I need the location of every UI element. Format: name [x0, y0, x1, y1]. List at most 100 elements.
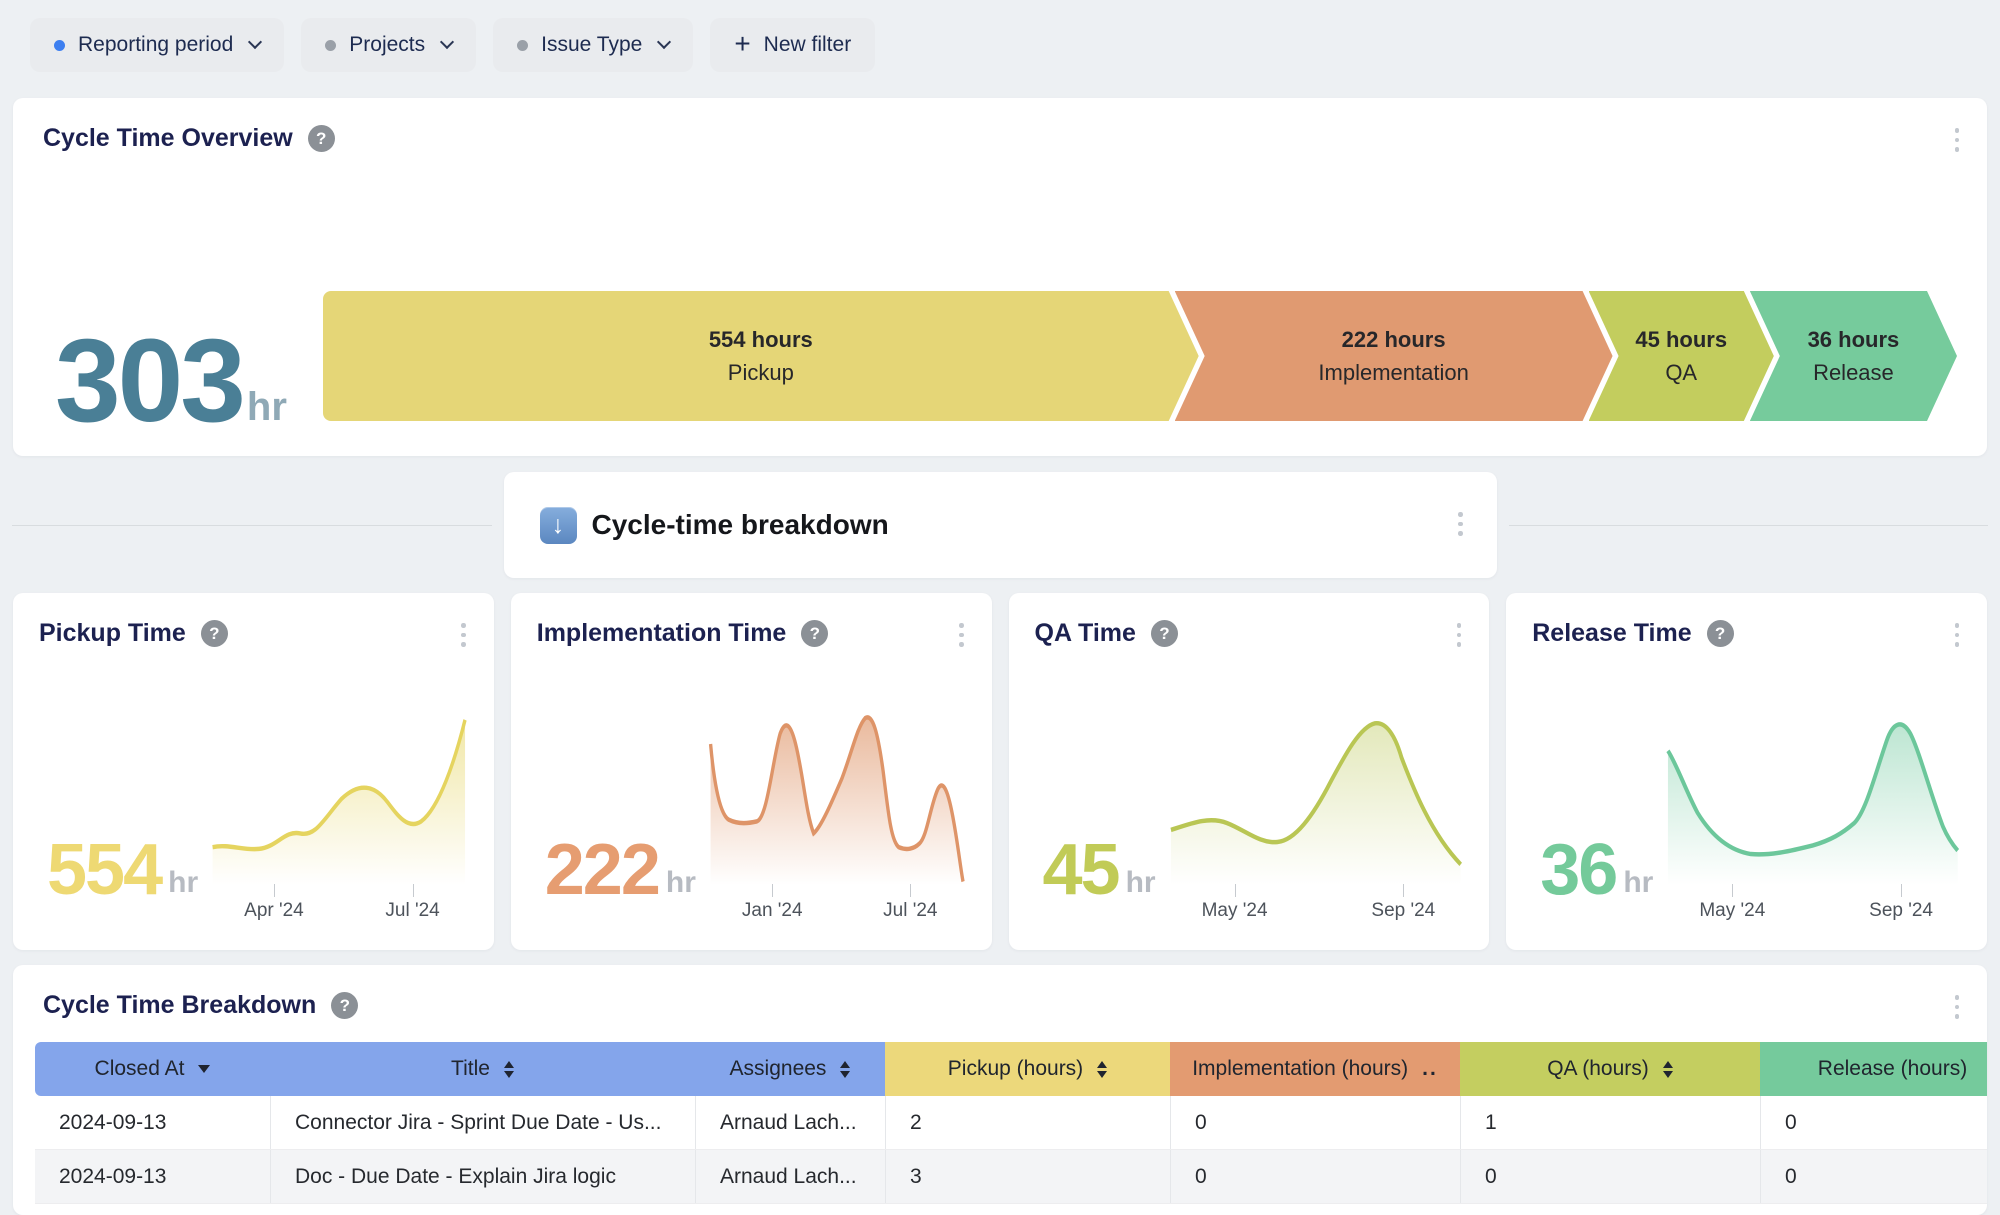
cell-closed-at: 2024-09-13 [35, 1096, 270, 1149]
column-header-implementation-hours[interactable]: Implementation (hours) .. [1170, 1042, 1460, 1096]
column-header-assignees[interactable]: Assignees [695, 1042, 885, 1096]
filter-reporting-period[interactable]: Reporting period [30, 18, 284, 72]
filter-issue-type[interactable]: Issue Type [493, 18, 693, 72]
filter-projects-label: Projects [349, 33, 425, 57]
metric-number: 222 [545, 843, 659, 898]
x-axis-labels: May '24 Sep '24 [1665, 885, 1961, 922]
cell-qa-hours: 0 [1460, 1150, 1760, 1203]
plus-icon [734, 30, 750, 58]
funnel-stage-release: 36 hours Release [1750, 291, 1957, 421]
implementation-time-title: Implementation Time [537, 619, 787, 648]
stage-hours: 222 hours [1342, 327, 1446, 353]
chevron-down-icon [248, 34, 262, 48]
x-tick-label: May '24 [1699, 887, 1765, 922]
help-icon[interactable] [331, 992, 358, 1019]
metric-unit: hr [1126, 868, 1156, 898]
help-icon[interactable] [801, 620, 828, 647]
metric-number: 45 [1043, 843, 1119, 898]
x-axis-labels: May '24 Sep '24 [1168, 885, 1464, 922]
metric-number: 554 [47, 843, 161, 898]
metric-unit: hr [666, 868, 696, 898]
release-time-title: Release Time [1532, 619, 1691, 648]
x-tick-label: May '24 [1202, 887, 1268, 922]
cell-implementation-hours: 0 [1170, 1150, 1460, 1203]
stage-name: Implementation [1318, 360, 1468, 386]
cell-assignees: Arnaud Lach... [695, 1150, 885, 1203]
filter-reporting-period-label: Reporting period [78, 33, 233, 57]
metric-number: 36 [1540, 843, 1616, 898]
column-label: Release (hours) [1818, 1057, 1967, 1081]
kebab-menu-icon[interactable] [1951, 124, 1964, 156]
column-label: Pickup (hours) [948, 1057, 1083, 1081]
new-filter-label: New filter [764, 33, 852, 57]
sort-icon [840, 1061, 850, 1078]
column-label: Implementation (hours) [1192, 1057, 1408, 1081]
filter-issue-type-label: Issue Type [541, 33, 642, 57]
kebab-menu-icon[interactable] [955, 619, 968, 651]
overview-title: Cycle Time Overview [43, 124, 293, 153]
breakdown-table-title: Cycle Time Breakdown [43, 991, 316, 1020]
stage-name: Release [1813, 360, 1894, 386]
column-header-release-hours[interactable]: Release (hours) [1760, 1042, 1987, 1096]
cell-release-hours: 0 [1760, 1150, 1987, 1203]
x-tick-label: Apr '24 [244, 887, 304, 922]
implementation-time-value: 222 hr [545, 843, 696, 898]
cell-pickup-hours: 3 [885, 1150, 1170, 1203]
table-row[interactable]: 2024-09-13 Connector Jira - Sprint Due D… [35, 1096, 1987, 1150]
cycle-time-breakdown-card: Cycle Time Breakdown Closed At Title Ass… [13, 965, 1987, 1215]
kebab-menu-icon[interactable] [1453, 619, 1466, 651]
table-header-row: Closed At Title Assignees Pickup (hours)… [35, 1042, 1987, 1096]
pickup-sparkline: Apr '24 Jul '24 [210, 713, 468, 922]
funnel-stage-qa: 45 hours QA [1589, 291, 1774, 421]
qa-time-value: 45 hr [1043, 843, 1156, 898]
stage-hours: 45 hours [1635, 327, 1727, 353]
kebab-menu-icon[interactable] [457, 619, 470, 651]
x-tick-label: Jul '24 [385, 887, 439, 922]
qa-time-title: QA Time [1035, 619, 1136, 648]
kebab-menu-icon[interactable] [1951, 991, 1964, 1023]
column-header-qa-hours[interactable]: QA (hours) [1460, 1042, 1760, 1096]
total-cycle-time: 303 hr [55, 335, 287, 427]
table-row[interactable]: 2024-09-13 Doc - Due Date - Explain Jira… [35, 1150, 1987, 1204]
x-axis-labels: Jan '24 Jul '24 [708, 885, 966, 922]
release-time-value: 36 hr [1540, 843, 1653, 898]
column-header-closed-at[interactable]: Closed At [35, 1042, 270, 1096]
chevron-down-icon [440, 34, 454, 48]
x-tick-label: Sep '24 [1869, 887, 1933, 922]
x-axis-labels: Apr '24 Jul '24 [210, 885, 468, 922]
stage-hours: 554 hours [709, 327, 813, 353]
stage-hours: 36 hours [1808, 327, 1900, 353]
new-filter-button[interactable]: New filter [710, 18, 875, 72]
cycle-time-funnel: 554 hours Pickup 222 hours Implementatio… [323, 291, 1957, 421]
breakdown-banner-title: Cycle-time breakdown [592, 509, 889, 541]
implementation-time-card: Implementation Time 222 hr [511, 593, 992, 950]
cell-assignees: Arnaud Lach... [695, 1096, 885, 1149]
cycle-time-overview-card: Cycle Time Overview 303 hr 554 hours Pic… [13, 98, 1987, 456]
column-label: Assignees [730, 1057, 827, 1081]
pickup-time-value: 554 hr [47, 843, 198, 898]
column-header-pickup-hours[interactable]: Pickup (hours) [885, 1042, 1170, 1096]
help-icon[interactable] [1151, 620, 1178, 647]
cell-title: Connector Jira - Sprint Due Date - Us... [270, 1096, 695, 1149]
help-icon[interactable] [308, 125, 335, 152]
cell-closed-at: 2024-09-13 [35, 1150, 270, 1203]
x-tick-label: Jul '24 [883, 887, 937, 922]
filter-bar: Reporting period Projects Issue Type New… [0, 0, 2000, 72]
help-icon[interactable] [1707, 620, 1734, 647]
cycle-time-breakdown-banner: Cycle-time breakdown [504, 472, 1497, 578]
column-header-title[interactable]: Title [270, 1042, 695, 1096]
release-time-card: Release Time 36 hr [1506, 593, 1987, 950]
kebab-menu-icon[interactable] [1454, 508, 1467, 540]
x-tick-label: Jan '24 [742, 887, 803, 922]
cell-implementation-hours: 0 [1170, 1096, 1460, 1149]
stage-name: Pickup [728, 360, 794, 386]
pickup-time-title: Pickup Time [39, 619, 186, 648]
help-icon[interactable] [201, 620, 228, 647]
sort-desc-icon [198, 1065, 210, 1073]
qa-time-card: QA Time 45 hr [1009, 593, 1490, 950]
sort-icon-truncated: .. [1422, 1057, 1438, 1081]
filter-projects[interactable]: Projects [301, 18, 476, 72]
kebab-menu-icon[interactable] [1951, 619, 1964, 651]
inactive-filter-dot [517, 40, 528, 51]
metric-unit: hr [168, 868, 198, 898]
